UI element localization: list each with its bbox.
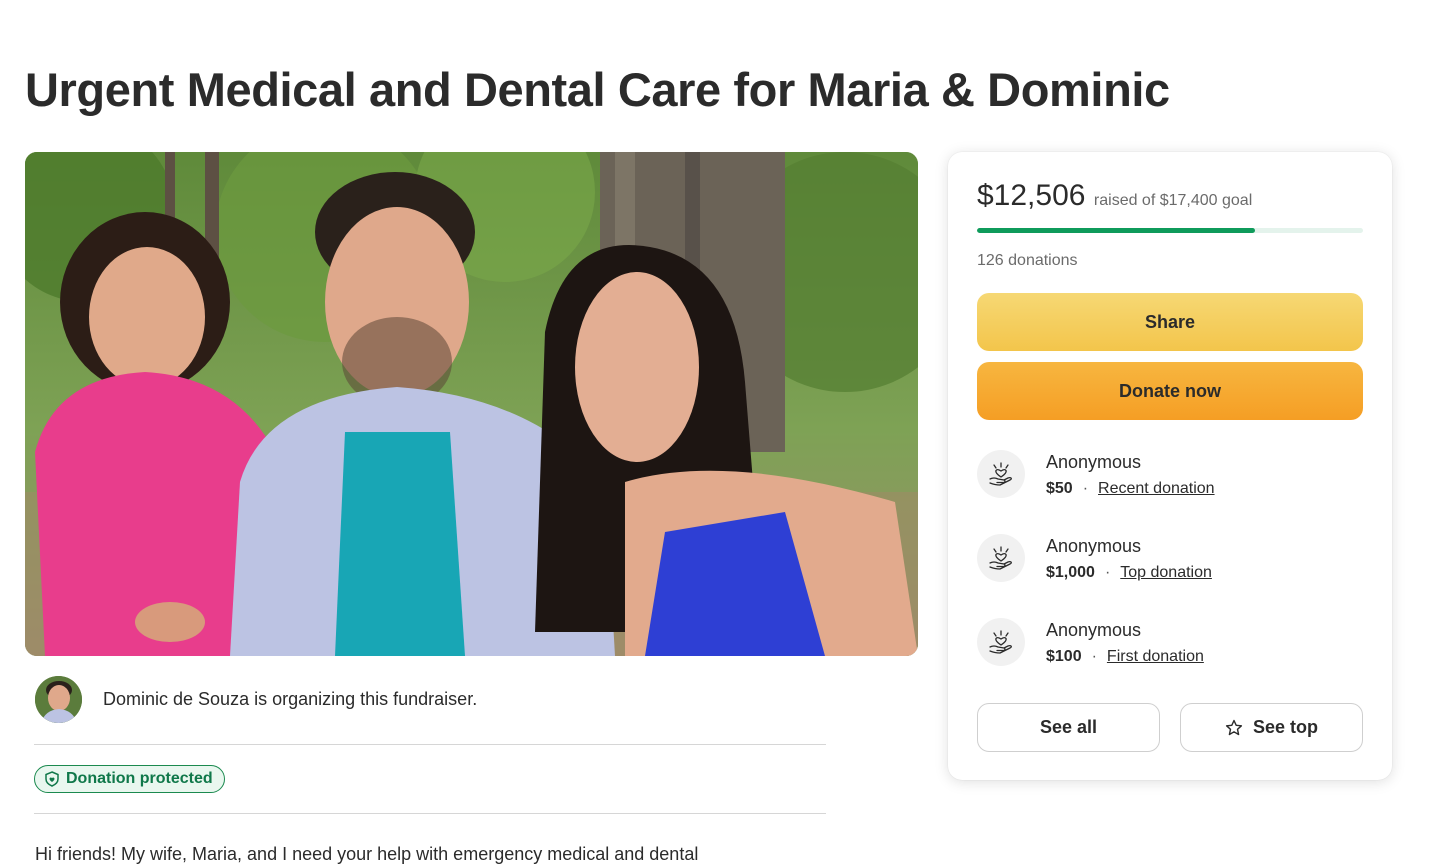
organizer-avatar[interactable]	[35, 676, 82, 723]
heart-hand-icon	[977, 618, 1025, 666]
donate-now-button[interactable]: Donate now	[977, 362, 1363, 420]
see-top-button[interactable]: See top	[1180, 703, 1363, 752]
donation-meta: $100 · First donation	[1046, 648, 1204, 666]
divider	[34, 813, 826, 814]
page-title: Urgent Medical and Dental Care for Maria…	[25, 63, 1170, 116]
recent-donation-link[interactable]: Recent donation	[1098, 480, 1215, 497]
donation-meta: $50 · Recent donation	[1046, 480, 1215, 498]
badge-label: Donation protected	[66, 770, 213, 787]
divider	[34, 744, 826, 745]
campaign-photo[interactable]	[25, 152, 918, 656]
donation-sidebar-card: $12,506 raised of $17,400 goal 126 donat…	[948, 152, 1392, 780]
separator-dot: ·	[1104, 564, 1111, 581]
separator-dot: ·	[1091, 648, 1097, 665]
first-donation-link[interactable]: First donation	[1107, 648, 1204, 665]
donation-amount: $50	[1046, 480, 1073, 497]
heart-hand-icon	[977, 534, 1025, 582]
donation-amount: $1,000	[1046, 564, 1095, 581]
raised-summary: $12,506 raised of $17,400 goal	[977, 179, 1252, 213]
donation-item: Anonymous $100 · First donation	[977, 618, 1357, 674]
see-top-label: See top	[1252, 717, 1318, 737]
family-photo-image	[25, 152, 918, 656]
donation-amount: $100	[1046, 648, 1082, 665]
donation-meta: $1,000 · Top donation	[1046, 564, 1212, 582]
donor-name: Anonymous	[1046, 536, 1142, 556]
progress-fill	[977, 228, 1255, 233]
organizer-row: Dominic de Souza is organizing this fund…	[35, 676, 825, 724]
goal-text: raised of $17,400 goal	[1093, 192, 1253, 209]
donation-item: Anonymous $1,000 · Top donation	[977, 534, 1357, 590]
top-donation-link[interactable]: Top donation	[1120, 564, 1212, 581]
donation-protected-badge[interactable]: Donation protected	[34, 765, 225, 793]
story-preview: Hi friends! My wife, Maria, and I need y…	[35, 844, 699, 864]
avatar-image	[35, 676, 82, 723]
progress-bar	[977, 228, 1363, 233]
share-button[interactable]: Share	[977, 293, 1363, 351]
donor-name: Anonymous	[1046, 620, 1142, 640]
separator-dot: ·	[1082, 480, 1089, 497]
heart-hand-icon	[977, 450, 1025, 498]
donor-name: Anonymous	[1046, 452, 1142, 472]
donations-count: 126 donations	[977, 252, 1078, 269]
shield-icon	[45, 771, 59, 787]
see-all-button[interactable]: See all	[977, 703, 1160, 752]
raised-amount: $12,506	[977, 179, 1086, 212]
organizer-text: Dominic de Souza is organizing this fund…	[103, 689, 478, 709]
donation-item: Anonymous $50 · Recent donation	[977, 450, 1357, 506]
star-icon	[1225, 719, 1243, 735]
see-all-label: See all	[1039, 717, 1098, 737]
